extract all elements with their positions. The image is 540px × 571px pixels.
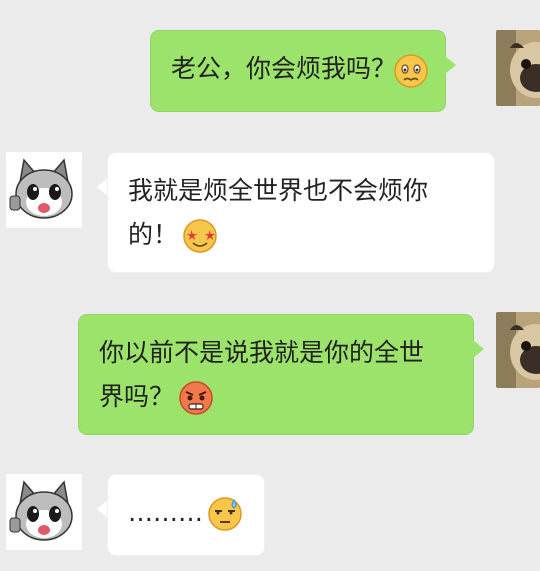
message-text: 老公，你会烦我吗？: [171, 54, 397, 83]
avatar-pug[interactable]: [496, 30, 540, 106]
message-text-line-2: 的！: [128, 213, 474, 257]
avatar-pug[interactable]: [496, 312, 540, 388]
worried-face-icon: [393, 53, 429, 89]
message-text-line-1: 你以前不是说我就是你的全世: [99, 338, 425, 367]
bubble-tail: [473, 340, 484, 358]
message-text: ………: [128, 491, 244, 535]
avatar-cat[interactable]: [6, 152, 82, 228]
avatar-cat[interactable]: [6, 474, 82, 550]
message-bubble-3[interactable]: 你以前不是说我就是你的全世 界吗？: [78, 314, 474, 435]
message-bubble-4[interactable]: ………: [107, 474, 265, 556]
bubble-tail: [445, 56, 456, 74]
message-text-line-1: 我就是烦全世界也不会烦你: [128, 176, 429, 205]
message-bubble-1[interactable]: 老公，你会烦我吗？: [150, 30, 446, 112]
message-text-line-2: 界吗？: [99, 375, 453, 419]
sweat-face-icon: [207, 496, 243, 532]
message-bubble-2[interactable]: 我就是烦全世界也不会烦你 的！: [107, 152, 495, 273]
angry-face-icon: [178, 380, 214, 416]
star-eyes-face-icon: [182, 218, 218, 254]
